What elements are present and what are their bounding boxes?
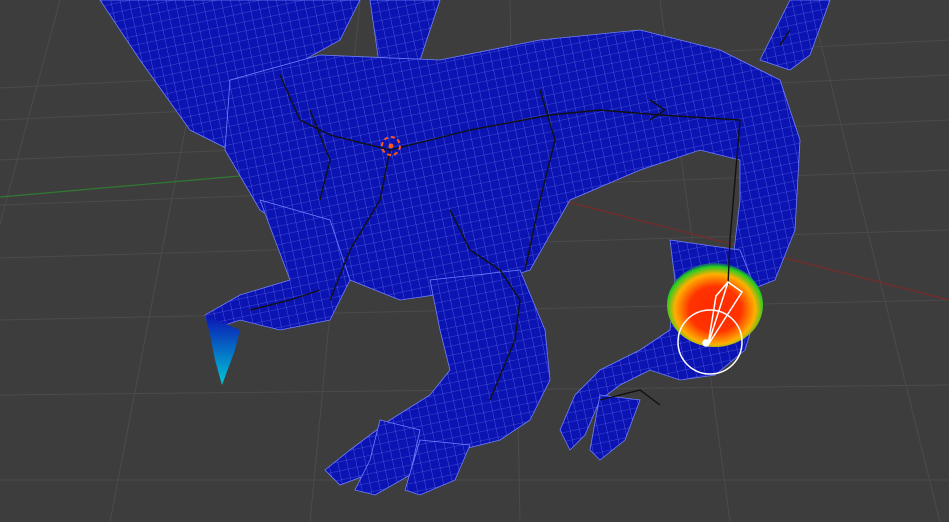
3d-viewport[interactable]	[0, 0, 949, 522]
